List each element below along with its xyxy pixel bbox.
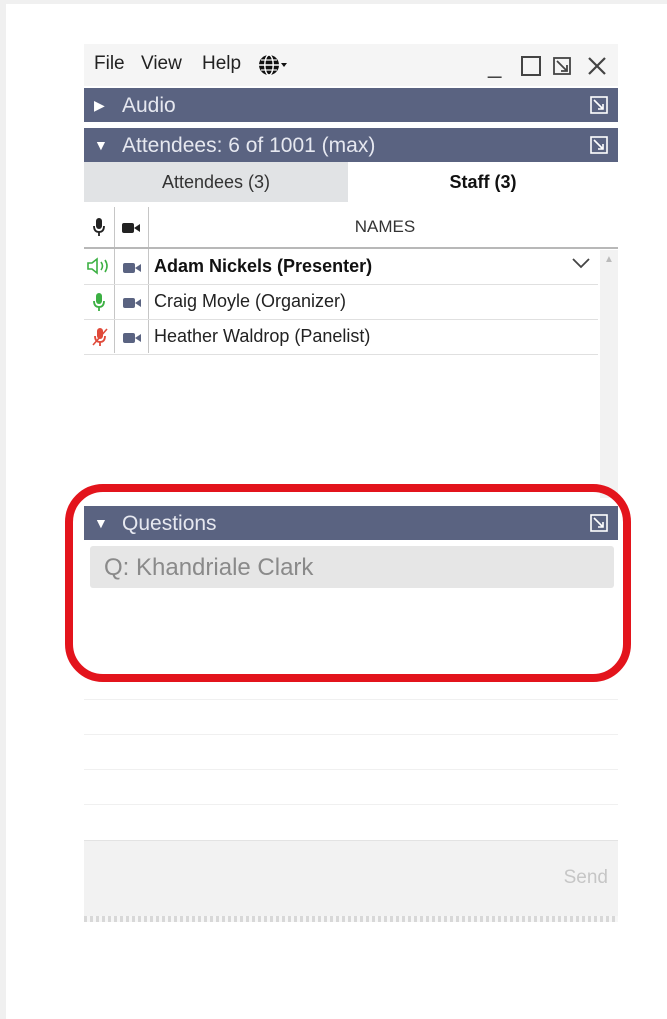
speaking-microphone-icon	[86, 257, 114, 280]
names-column-header[interactable]: NAMES	[150, 217, 620, 237]
camera-icon	[122, 296, 142, 314]
attendee-tabs: Attendees (3) Staff (3)	[84, 162, 618, 202]
names-scrollbar[interactable]: ▲	[600, 250, 618, 498]
table-row[interactable]: Craig Moyle (Organizer)	[84, 285, 598, 320]
table-row[interactable]: Adam Nickels (Presenter)	[84, 250, 598, 285]
popout-icon[interactable]	[590, 136, 608, 154]
attendee-name: Heather Waldrop (Panelist)	[154, 326, 371, 346]
send-button[interactable]: Send	[564, 867, 608, 889]
attendees-title: Attendees: 6 of 1001 (max)	[122, 134, 376, 157]
microphone-column-icon	[92, 217, 106, 242]
camera-icon	[122, 261, 142, 279]
menu-file[interactable]: File	[94, 53, 125, 75]
close-button[interactable]	[586, 55, 608, 82]
tab-staff[interactable]: Staff (3)	[348, 162, 618, 202]
chevron-down-icon[interactable]	[571, 256, 590, 274]
question-compose-area[interactable]: Send	[84, 840, 618, 917]
attendee-name: Adam Nickels (Presenter)	[154, 256, 373, 276]
audio-title: Audio	[122, 94, 176, 117]
menu-bar: File View Help _	[84, 44, 618, 86]
popout-button[interactable]	[552, 56, 572, 81]
highlight-annotation	[65, 484, 631, 682]
popout-icon[interactable]	[590, 96, 608, 114]
menu-help[interactable]: Help	[202, 53, 241, 75]
camera-column-icon	[121, 221, 141, 239]
panel-bottom-edge	[84, 916, 618, 922]
scroll-up-icon[interactable]: ▲	[604, 254, 614, 265]
globe-icon[interactable]	[258, 53, 288, 77]
names-table-header: NAMES	[84, 207, 618, 249]
audio-section-header[interactable]: ▶ Audio	[84, 88, 618, 122]
camera-icon	[122, 331, 142, 349]
muted-microphone-icon	[92, 327, 108, 352]
menu-view[interactable]: View	[141, 53, 182, 75]
page: File View Help _ ▶ Audio ▼ Attendees: 6 …	[6, 4, 667, 1019]
restore-button[interactable]	[520, 55, 542, 82]
table-row[interactable]: Heather Waldrop (Panelist)	[84, 320, 598, 355]
attendee-name: Craig Moyle (Organizer)	[154, 291, 347, 311]
attendees-section-header[interactable]: ▼ Attendees: 6 of 1001 (max)	[84, 128, 618, 162]
expand-arrow-icon: ▶	[94, 97, 105, 113]
minimize-button[interactable]: _	[488, 54, 501, 78]
microphone-icon	[92, 292, 106, 317]
tab-attendees[interactable]: Attendees (3)	[84, 162, 348, 202]
collapse-arrow-icon: ▼	[94, 137, 108, 153]
